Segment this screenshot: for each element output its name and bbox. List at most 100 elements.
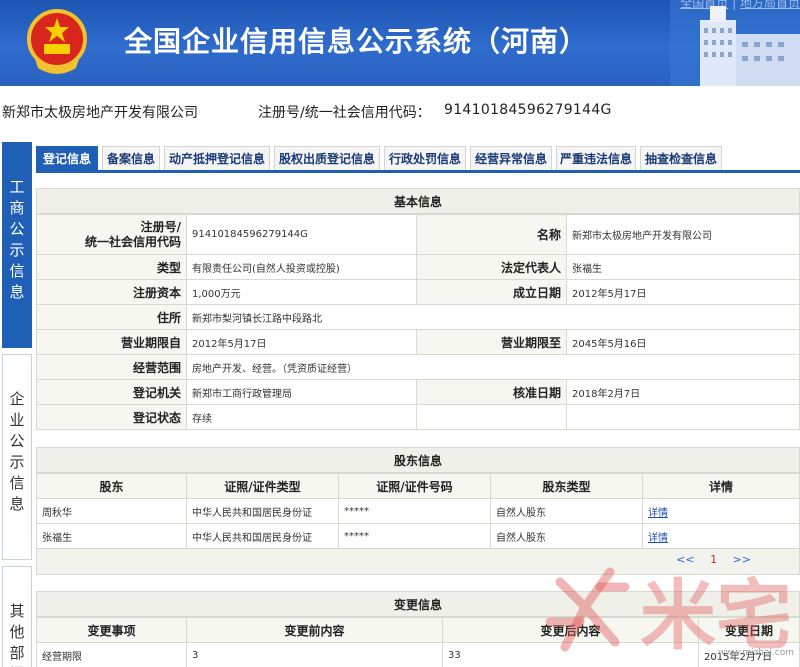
basic-info-table: 注册号/ 统一社会信用代码 91410184596279144G 名称 新郑市太…	[36, 214, 800, 430]
authority-value: 新郑市工商行政管理局	[186, 379, 417, 405]
reg-code-value: 91410184596279144G	[444, 102, 612, 118]
table-row: 周秋华 中华人民共和国居民身份证 ***** 自然人股东 详情	[36, 498, 800, 524]
side-nav-char: 部	[9, 644, 25, 662]
col-holder-type: 股东类型	[490, 473, 643, 499]
shareholders-heading: 股东信息	[36, 447, 800, 473]
side-nav-char: 示	[9, 453, 25, 471]
reg-no-key-line: 统一社会信用代码	[84, 234, 181, 249]
tab-chattel-mortgage[interactable]: 动产抵押登记信息	[164, 146, 270, 170]
address-key: 住所	[36, 304, 187, 330]
tab-serious-violation[interactable]: 严重违法信息	[556, 146, 636, 170]
approved-key: 核准日期	[416, 379, 567, 405]
tab-filing[interactable]: 备案信息	[102, 146, 160, 170]
reg-no-key: 注册号/ 统一社会信用代码	[36, 214, 187, 255]
change-after: 33	[442, 642, 699, 667]
term-from-key: 营业期限自	[36, 329, 187, 355]
term-to-value: 2045年5月16日	[566, 329, 800, 355]
scope-key: 经营范围	[36, 354, 187, 380]
term-from-value: 2012年5月17日	[186, 329, 417, 355]
side-nav-char: 工	[9, 178, 25, 196]
changes-table: 变更事项 变更前内容 变更后内容 变更日期 经营期限 3 33 2015年2月7…	[36, 617, 800, 667]
next-page-button[interactable]: >>	[733, 553, 751, 566]
tab-admin-penalty[interactable]: 行政处罚信息	[384, 146, 466, 170]
page-number[interactable]: 1	[710, 553, 717, 566]
name-value: 新郑市太极房地产开发有限公司	[566, 214, 800, 255]
side-nav-other-dept[interactable]: 其 他 部 门	[2, 566, 32, 667]
detail-cell: 详情	[642, 498, 800, 524]
reg-code-label: 注册号/统一社会信用代码：	[258, 105, 431, 121]
header-banner: 全国企业信用信息公示系统（河南） 全国首页 | 地方局首页	[0, 0, 800, 86]
empty-cell	[416, 404, 567, 430]
side-nav-char: 示	[9, 241, 25, 259]
side-nav-char: 息	[9, 283, 25, 301]
established-value: 2012年5月17日	[566, 279, 800, 305]
side-nav-char: 公	[9, 432, 25, 450]
reg-no-value: 91410184596279144G	[186, 214, 417, 255]
shareholder-name: 张福生	[36, 523, 187, 549]
shareholders-table: 股东 证照/证件类型 证照/证件号码 股东类型 详情 周秋华 中华人民共和国居民…	[36, 473, 800, 549]
col-change-item: 变更事项	[36, 617, 187, 643]
changes-panel: 变更信息 变更事项 变更前内容 变更后内容 变更日期 经营期限 3 33 201…	[36, 591, 800, 667]
table-row: 经营期限 3 33 2015年2月7日	[36, 642, 800, 667]
tab-abnormal-operation[interactable]: 经营异常信息	[470, 146, 552, 170]
reg-no-key-line: 注册号/	[140, 219, 181, 234]
watermark-url: www.mizhai.com	[718, 648, 794, 658]
detail-cell: 详情	[642, 523, 800, 549]
side-nav-char: 公	[9, 220, 25, 238]
detail-link[interactable]: 详情	[648, 508, 668, 519]
shareholder-name: 周秋华	[36, 498, 187, 524]
side-nav-char: 信	[9, 262, 25, 280]
type-value: 有限责任公司(自然人投资或控股)	[186, 254, 417, 280]
col-shareholder: 股东	[36, 473, 187, 499]
building-graphic-icon	[670, 0, 800, 86]
side-nav-char: 企	[9, 390, 25, 408]
prev-page-button[interactable]: <<	[676, 553, 694, 566]
col-id-type: 证照/证件类型	[186, 473, 339, 499]
side-nav: 工 商 公 示 信 息 企 业 公 示 信 息 其 他 部 门	[0, 140, 32, 667]
shareholder-id-type: 中华人民共和国居民身份证	[186, 498, 339, 524]
side-nav-enterprise-info[interactable]: 企 业 公 示 信 息	[2, 354, 32, 560]
shareholder-type: 自然人股东	[490, 498, 643, 524]
capital-key: 注册资本	[36, 279, 187, 305]
shareholder-type: 自然人股东	[490, 523, 643, 549]
capital-value: 1,000万元	[186, 279, 417, 305]
basic-info-heading: 基本信息	[36, 188, 800, 214]
side-nav-char: 业	[9, 411, 25, 429]
approved-value: 2018年2月7日	[566, 379, 800, 405]
changes-heading: 变更信息	[36, 591, 800, 617]
shareholder-id-number: *****	[338, 498, 491, 524]
change-before: 3	[186, 642, 443, 667]
side-nav-business-info[interactable]: 工 商 公 示 信 息	[2, 142, 32, 348]
shareholder-id-type: 中华人民共和国居民身份证	[186, 523, 339, 549]
side-nav-char: 他	[9, 623, 25, 641]
scope-value: 房地产开发、经营。（凭资质证经营）	[186, 354, 800, 380]
legal-rep-key: 法定代表人	[416, 254, 567, 280]
side-nav-char: 其	[9, 602, 25, 620]
shareholder-id-number: *****	[338, 523, 491, 549]
tab-spot-check[interactable]: 抽查检查信息	[640, 146, 722, 170]
status-value: 存续	[186, 404, 417, 430]
side-nav-char: 商	[9, 199, 25, 217]
empty-cell	[566, 404, 800, 430]
national-emblem-icon	[27, 9, 87, 74]
col-detail: 详情	[642, 473, 800, 499]
legal-rep-value: 张福生	[566, 254, 800, 280]
side-nav-char: 信	[9, 474, 25, 492]
tab-underline	[36, 170, 800, 173]
col-id-number: 证照/证件号码	[338, 473, 491, 499]
table-row: 张福生 中华人民共和国居民身份证 ***** 自然人股东 详情	[36, 523, 800, 549]
detail-link[interactable]: 详情	[648, 533, 668, 544]
pagination: << 1 >>	[36, 549, 800, 575]
col-before: 变更前内容	[186, 617, 443, 643]
status-key: 登记状态	[36, 404, 187, 430]
shareholders-panel: 股东信息 股东 证照/证件类型 证照/证件号码 股东类型 详情 周秋华 中华人民…	[36, 447, 800, 575]
company-summary: 新郑市太极房地产开发有限公司 注册号/统一社会信用代码： 91410184596…	[0, 100, 800, 122]
name-key: 名称	[416, 214, 567, 255]
established-key: 成立日期	[416, 279, 567, 305]
term-to-key: 营业期限至	[416, 329, 567, 355]
tab-registration[interactable]: 登记信息	[36, 146, 98, 170]
tab-equity-pledge[interactable]: 股权出质登记信息	[274, 146, 380, 170]
company-name: 新郑市太极房地产开发有限公司	[2, 105, 198, 121]
side-nav-char: 息	[9, 495, 25, 513]
address-value: 新郑市梨河镇长江路中段路北	[186, 304, 800, 330]
